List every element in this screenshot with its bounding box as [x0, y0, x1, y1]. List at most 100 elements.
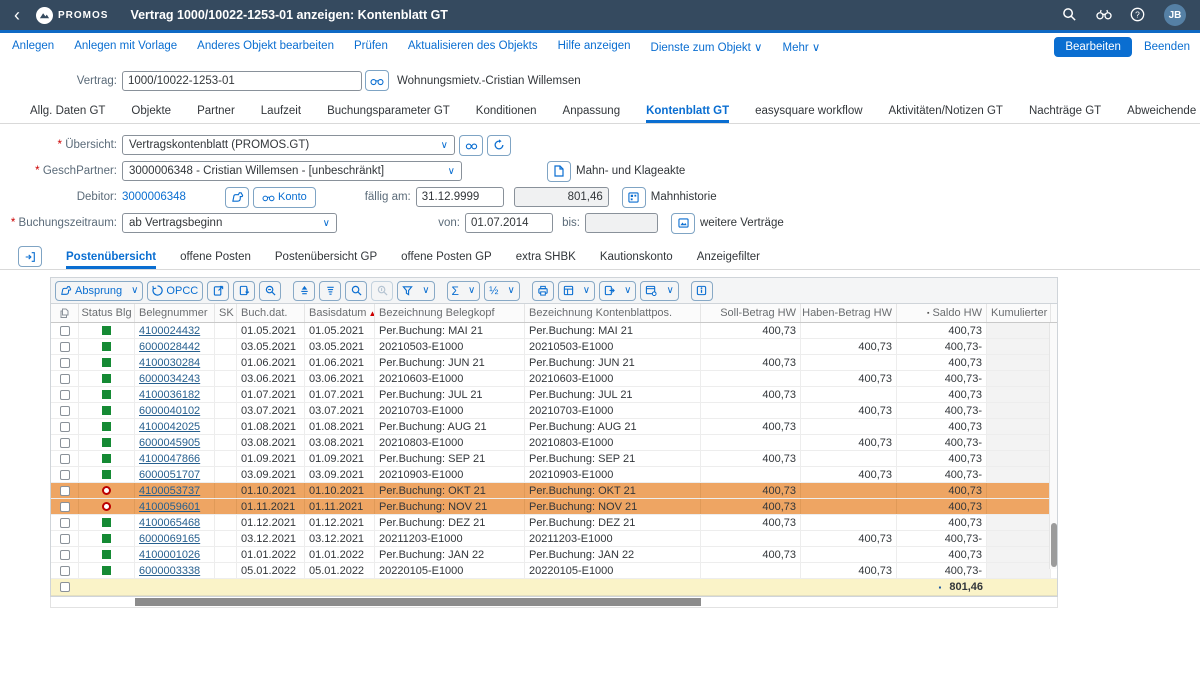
subtotal-button[interactable]: ½∨ [484, 281, 520, 301]
konto-button[interactable]: Konto [253, 187, 316, 208]
document-number-link[interactable]: 6000034243 [139, 373, 200, 385]
subtab-extra-shbk[interactable]: extra SHBK [516, 251, 576, 269]
subtab-anzeigefilter[interactable]: Anzeigefilter [697, 251, 760, 269]
menu-item-hilfe-anzeigen[interactable]: Hilfe anzeigen [558, 40, 631, 54]
column-header-belegnummer[interactable]: Belegnummer [135, 304, 215, 322]
payment-document-button[interactable] [233, 281, 255, 301]
column-header-kumulierter[interactable]: Kumulierter [987, 304, 1051, 322]
document-number-link[interactable]: 4100042025 [139, 421, 200, 433]
column-header-haben-betrag-hw[interactable]: Haben-Betrag HW [801, 304, 897, 322]
refresh-icon[interactable] [487, 135, 511, 156]
subtab-kautionskonto[interactable]: Kautionskonto [600, 251, 673, 269]
info-button[interactable] [691, 281, 713, 301]
row-checkbox[interactable] [60, 438, 70, 448]
document-number-link[interactable]: 4100065468 [139, 517, 200, 529]
select-all-header[interactable] [51, 304, 79, 322]
layout-button[interactable]: ∨ [640, 281, 678, 301]
document-number-link[interactable]: 4100053737 [139, 485, 200, 497]
dog-icon[interactable] [225, 187, 249, 208]
document-number-link[interactable]: 6000040102 [139, 405, 200, 417]
menu-item-aktualisieren-des-objekts[interactable]: Aktualisieren des Objekts [408, 40, 538, 54]
display-change-button[interactable] [459, 135, 483, 156]
column-header-saldo-hw[interactable]: ▪Saldo HW [897, 304, 987, 322]
search-icon[interactable] [1062, 7, 1078, 23]
tab-konditionen[interactable]: Konditionen [476, 105, 537, 123]
document-number-link[interactable]: 4100036182 [139, 389, 200, 401]
display-document-button[interactable] [207, 281, 229, 301]
mahn-klageakte-link[interactable]: Mahn- und Klageakte [576, 165, 685, 177]
back-icon[interactable]: ‹ [14, 6, 20, 24]
filter-button[interactable]: ∨ [397, 281, 434, 301]
row-checkbox[interactable] [60, 390, 70, 400]
vertrag-input[interactable] [122, 71, 362, 91]
beenden-button[interactable]: Beenden [1144, 41, 1190, 53]
column-header-soll-betrag-hw[interactable]: Soll-Betrag HW [701, 304, 801, 322]
menu-item-anderes-objekt-bearbeiten[interactable]: Anderes Objekt bearbeiten [197, 40, 334, 54]
mahnhistorie-link[interactable]: Mahnhistorie [651, 191, 717, 203]
print-button[interactable] [532, 281, 554, 301]
vertical-scrollbar-thumb[interactable] [1051, 523, 1057, 567]
column-header-sk[interactable]: SK [215, 304, 237, 322]
weitere-vertraege-icon[interactable] [671, 213, 695, 234]
menu-item-anlegen[interactable]: Anlegen [12, 40, 54, 54]
menu-item-mehr[interactable]: Mehr ∨ [782, 40, 820, 54]
tab-buchungsparameter-gt[interactable]: Buchungsparameter GT [327, 105, 450, 123]
menu-item-pr-fen[interactable]: Prüfen [354, 40, 388, 54]
document-number-link[interactable]: 4100024432 [139, 325, 200, 337]
row-checkbox[interactable] [60, 566, 70, 576]
row-checkbox[interactable] [60, 486, 70, 496]
sum-button[interactable]: Σ∨ [447, 281, 481, 301]
find-button[interactable] [345, 281, 367, 301]
column-header-buch-dat-[interactable]: Buch.dat. [237, 304, 305, 322]
row-checkbox[interactable] [60, 342, 70, 352]
bearbeiten-button[interactable]: Bearbeiten [1054, 37, 1132, 57]
document-number-link[interactable]: 6000028442 [139, 341, 200, 353]
tab-allg-daten-gt[interactable]: Allg. Daten GT [30, 105, 105, 123]
document-number-link[interactable]: 6000003338 [139, 565, 200, 577]
horizontal-scrollbar[interactable] [50, 597, 1058, 608]
sort-descending-button[interactable] [319, 281, 341, 301]
document-number-link[interactable]: 4100001026 [139, 549, 200, 561]
subtab-offene-posten[interactable]: offene Posten [180, 251, 251, 269]
row-checkbox[interactable] [60, 422, 70, 432]
binoculars-icon[interactable] [1096, 7, 1112, 23]
tab-aktivit-ten-notizen-gt[interactable]: Aktivitäten/Notizen GT [889, 105, 1003, 123]
sort-ascending-button[interactable] [293, 281, 315, 301]
vertical-scrollbar[interactable] [1049, 323, 1057, 569]
row-checkbox[interactable] [60, 470, 70, 480]
document-number-link[interactable]: 6000051707 [139, 469, 200, 481]
zoom-details-button[interactable] [259, 281, 281, 301]
vertrag-search-button[interactable] [365, 70, 389, 91]
column-header-bezeichnung-kontenblattpos-[interactable]: Bezeichnung Kontenblattpos. [525, 304, 701, 322]
tab-anpassung[interactable]: Anpassung [563, 105, 621, 123]
user-avatar[interactable]: JB [1164, 4, 1186, 26]
uebersicht-select[interactable]: Vertragskontenblatt (PROMOS.GT) ∨ [122, 135, 455, 155]
menu-item-anlegen-mit-vorlage[interactable]: Anlegen mit Vorlage [74, 40, 177, 54]
tab-laufzeit[interactable]: Laufzeit [261, 105, 301, 123]
document-number-link[interactable]: 6000045905 [139, 437, 200, 449]
debitor-link[interactable]: 3000006348 [122, 191, 217, 203]
export-button[interactable]: ∨ [599, 281, 636, 301]
horizontal-scrollbar-thumb[interactable] [135, 598, 701, 606]
tab-objekte[interactable]: Objekte [131, 105, 171, 123]
row-checkbox[interactable] [60, 518, 70, 528]
column-header-status-blg[interactable]: Status Blg [79, 304, 135, 322]
collapse-icon[interactable] [18, 246, 42, 267]
row-checkbox[interactable] [60, 502, 70, 512]
absprung-button[interactable]: Absprung ∨ [55, 281, 143, 301]
row-checkbox[interactable] [60, 454, 70, 464]
document-icon[interactable] [547, 161, 571, 182]
tab-easysquare-workflow[interactable]: easysquare workflow [755, 105, 862, 123]
row-checkbox[interactable] [60, 550, 70, 560]
subtab-posten-bersicht[interactable]: Postenübersicht [66, 251, 156, 269]
column-header-basisdatum[interactable]: Basisdatum▲ [305, 304, 375, 322]
tab-nachtr-ge-gt[interactable]: Nachträge GT [1029, 105, 1101, 123]
document-number-link[interactable]: 4100030284 [139, 357, 200, 369]
row-checkbox[interactable] [60, 534, 70, 544]
tab-kontenblatt-gt[interactable]: Kontenblatt GT [646, 105, 729, 123]
geschpartner-select[interactable]: 3000006348 - Cristian Willemsen - [unbes… [122, 161, 462, 181]
total-row-checkbox[interactable] [60, 582, 70, 592]
bis-input[interactable] [585, 213, 658, 233]
tab-abweichende-bemessungen[interactable]: Abweichende Bemessungen [1127, 105, 1200, 123]
column-header-bezeichnung-belegkopf[interactable]: Bezeichnung Belegkopf [375, 304, 525, 322]
